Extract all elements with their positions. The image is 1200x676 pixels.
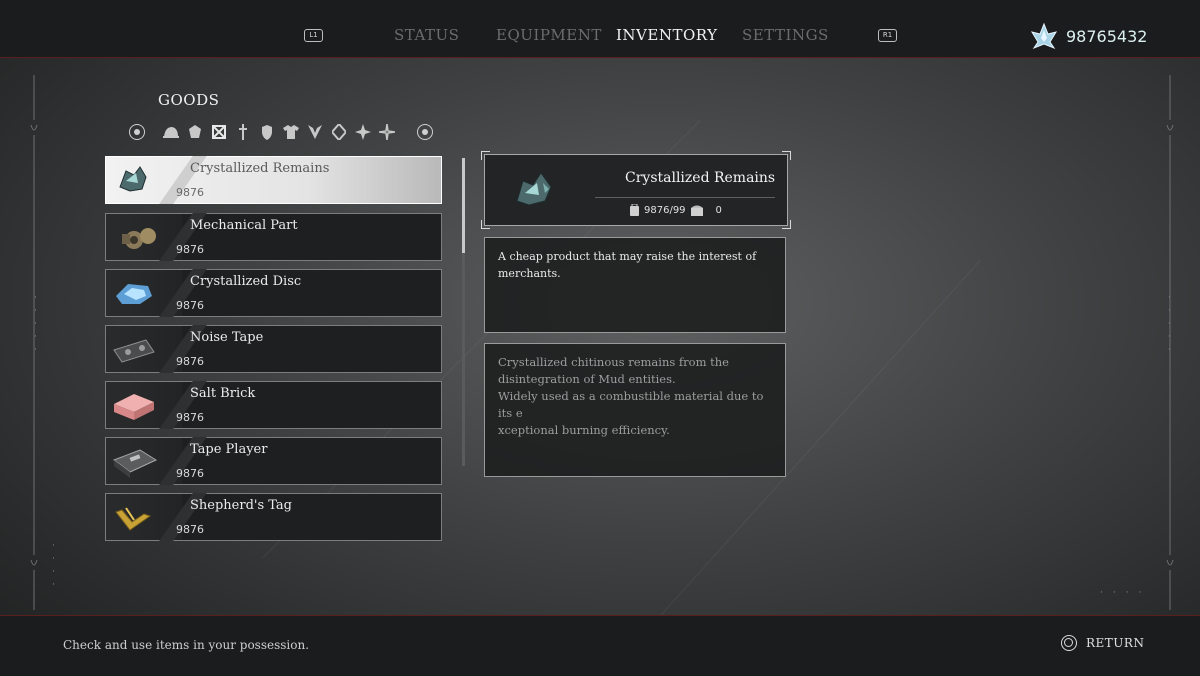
- item-quantity: 9876: [176, 523, 204, 536]
- item-lore: Crystallized chitinous remains from the …: [498, 355, 764, 437]
- right-corner-dots: ····: [1100, 588, 1152, 598]
- tab-status[interactable]: STATUS: [394, 26, 459, 44]
- star-cross-icon[interactable]: [351, 122, 375, 142]
- list-item[interactable]: Tape Player 9876: [105, 437, 442, 485]
- left-corner-dots: · · · ·: [52, 541, 55, 590]
- right-stick-icon[interactable]: [413, 122, 437, 142]
- tab-equipment[interactable]: EQUIPMENT: [496, 26, 602, 44]
- tab-settings[interactable]: SETTINGS: [742, 26, 829, 44]
- stored-count: 0: [715, 204, 722, 216]
- list-scrollbar[interactable]: [462, 158, 465, 466]
- list-item[interactable]: Shepherd's Tag 9876: [105, 493, 442, 541]
- wing-icon[interactable]: [303, 122, 327, 142]
- right-scroll-dots: · · · · ·: [1168, 293, 1171, 355]
- dagger-icon[interactable]: [231, 122, 255, 142]
- item-description-box: A cheap product that may raise the inter…: [484, 237, 786, 333]
- currency-amount: 98765432: [1066, 27, 1148, 46]
- r1-bumper-hint[interactable]: R1: [878, 29, 897, 42]
- item-lore-box: Crystallized chitinous remains from the …: [484, 343, 786, 477]
- list-item[interactable]: Crystallized Disc 9876: [105, 269, 442, 317]
- backpack-icon: [630, 204, 639, 216]
- left-scroll-dots: · · · · ·: [34, 293, 37, 355]
- goods-section-title: GOODS: [158, 91, 220, 109]
- item-name: Mechanical Part: [190, 218, 298, 233]
- help-text: Check and use items in your possession.: [63, 638, 310, 652]
- crossed-box-icon[interactable]: [207, 122, 231, 142]
- item-quantity: 9876: [176, 299, 204, 312]
- bottom-help-bar: Check and use items in your possession. …: [0, 615, 1200, 676]
- l1-bumper-hint[interactable]: L1: [304, 29, 323, 42]
- item-name: Noise Tape: [190, 330, 264, 345]
- detail-stats: 9876/99 0: [629, 204, 722, 216]
- shield-icon[interactable]: [255, 122, 279, 142]
- top-nav-bar: L1 STATUS EQUIPMENT INVENTORY SETTINGS R…: [0, 0, 1200, 58]
- detail-item-name: Crystallized Remains: [625, 170, 776, 186]
- item-quantity: 9876: [176, 467, 204, 480]
- circle-button-icon[interactable]: [1061, 635, 1077, 651]
- return-button[interactable]: RETURN: [1086, 636, 1144, 650]
- item-quantity: 9876: [176, 186, 204, 199]
- item-name: Tape Player: [190, 442, 268, 457]
- list-item[interactable]: Crystallized Remains 9876: [105, 156, 442, 204]
- list-item[interactable]: Salt Brick 9876: [105, 381, 442, 429]
- gem-icon[interactable]: [183, 122, 207, 142]
- item-quantity: 9876: [176, 411, 204, 424]
- held-count: 9876/99: [644, 204, 686, 216]
- item-detail-header: Crystallized Remains 9876/99 0: [481, 151, 791, 229]
- item-name: Shepherd's Tag: [190, 498, 293, 513]
- item-name: Crystallized Remains: [190, 161, 330, 176]
- crystallized-remains-icon: [516, 172, 552, 206]
- item-name: Salt Brick: [190, 386, 256, 401]
- armor-icon[interactable]: [279, 122, 303, 142]
- storage-chest-icon: [690, 205, 703, 216]
- tab-inventory[interactable]: INVENTORY: [616, 26, 718, 44]
- item-description: A cheap product that may raise the inter…: [498, 250, 757, 280]
- diamond-icon[interactable]: [327, 122, 351, 142]
- item-quantity: 9876: [176, 243, 204, 256]
- left-stick-icon[interactable]: [125, 122, 149, 142]
- list-item[interactable]: Mechanical Part 9876: [105, 213, 442, 261]
- item-quantity: 9876: [176, 355, 204, 368]
- scrollbar-thumb[interactable]: [462, 158, 465, 253]
- helmet-icon[interactable]: [159, 122, 183, 142]
- detail-divider: [595, 197, 775, 198]
- sparkle-icon[interactable]: [375, 122, 399, 142]
- list-item[interactable]: Noise Tape 9876: [105, 325, 442, 373]
- crystal-currency-icon: [1030, 22, 1058, 50]
- item-name: Crystallized Disc: [190, 274, 302, 289]
- category-filter-row: [125, 122, 437, 142]
